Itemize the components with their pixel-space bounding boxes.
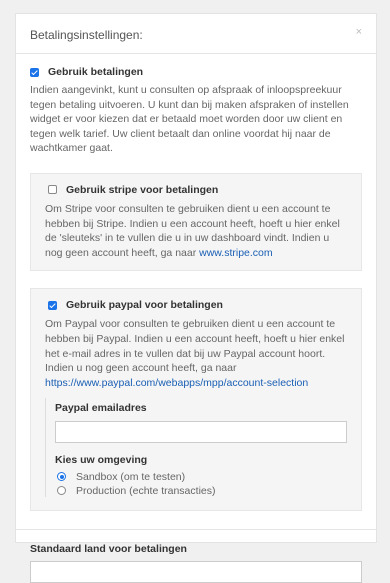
use-stripe-checkbox[interactable] — [48, 185, 57, 195]
modal-title: Betalingsinstellingen: — [30, 28, 143, 42]
default-country-select[interactable] — [30, 561, 362, 583]
modal-body: Gebruik betalingen Indien aangevinkt, ku… — [16, 54, 376, 583]
stripe-link[interactable]: www.stripe.com — [199, 247, 273, 259]
use-payments-description: Indien aangevinkt, kunt u consulten op a… — [30, 84, 349, 155]
use-payments-label: Gebruik betalingen — [48, 66, 144, 78]
use-paypal-row[interactable]: Gebruik paypal voor betalingen — [48, 299, 347, 311]
modal-header: Betalingsinstellingen: × — [16, 14, 376, 54]
paypal-email-input[interactable] — [55, 421, 347, 444]
default-country-label: Standaard land voor betalingen — [30, 543, 187, 556]
stripe-description: Om Stripe voor consulten te gebruiken di… — [45, 202, 347, 260]
paypal-description: Om Paypal voor consulten te gebruiken di… — [45, 317, 347, 390]
use-payments-row[interactable]: Gebruik betalingen — [30, 66, 362, 78]
stripe-panel: Gebruik stripe voor betalingen Om Stripe… — [30, 172, 362, 272]
stripe-description-text: Om Stripe voor consulten te gebruiken di… — [45, 202, 340, 259]
paypal-settings-group: Paypal emailadres Kies uw omgeving Sandb… — [45, 398, 347, 498]
paypal-link[interactable]: https://www.paypal.com/webapps/mpp/accou… — [45, 377, 308, 389]
paypal-email-label: Paypal emailadres — [55, 402, 147, 415]
env-option-sandbox[interactable]: Sandbox (om te testen) — [57, 470, 347, 483]
use-stripe-label: Gebruik stripe voor betalingen — [66, 183, 219, 196]
production-radio[interactable] — [57, 486, 66, 496]
close-icon[interactable]: × — [356, 26, 362, 38]
production-label: Production (echte transacties) — [76, 484, 216, 497]
use-paypal-checkbox[interactable] — [48, 300, 57, 310]
payment-settings-modal: Betalingsinstellingen: × Gebruik betalin… — [15, 13, 377, 583]
env-option-production[interactable]: Production (echte transacties) — [57, 484, 347, 497]
use-payments-checkbox[interactable] — [30, 67, 39, 77]
environment-label: Kies uw omgeving — [55, 454, 148, 467]
section-divider — [16, 529, 376, 531]
paypal-description-text: Om Paypal voor consulten te gebruiken di… — [45, 318, 345, 375]
sandbox-label: Sandbox (om te testen) — [76, 470, 186, 483]
use-paypal-label: Gebruik paypal voor betalingen — [66, 299, 223, 312]
sandbox-radio[interactable] — [57, 472, 66, 482]
use-stripe-row[interactable]: Gebruik stripe voor betalingen — [48, 184, 347, 196]
paypal-panel: Gebruik paypal voor betalingen Om Paypal… — [30, 288, 362, 512]
